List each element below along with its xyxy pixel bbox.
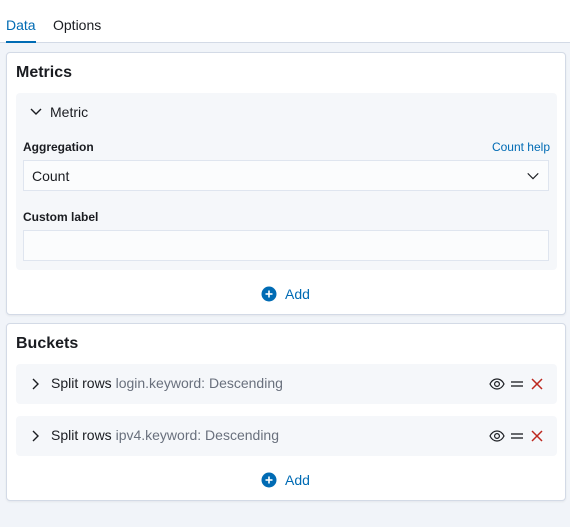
- buckets-panel: Buckets Split rows login.keyword: Descen…: [6, 323, 566, 501]
- add-bucket-button[interactable]: Add: [7, 468, 565, 492]
- plus-in-circle-icon: [261, 286, 277, 302]
- add-metric-button[interactable]: Add: [7, 282, 565, 306]
- custom-label-input[interactable]: [23, 230, 549, 261]
- tab-bar: Data Options: [0, 0, 570, 43]
- metrics-panel: Metrics Metric Aggregation Count help Co…: [6, 52, 566, 315]
- bucket-row[interactable]: Split rows ipv4.keyword: Descending: [16, 416, 557, 456]
- aggregation-select[interactable]: Count: [23, 160, 549, 191]
- drag-handle-icon[interactable]: [509, 376, 525, 392]
- metric-accordion-header[interactable]: Metric: [16, 93, 557, 129]
- metric-accordion-title: Metric: [50, 104, 89, 120]
- chevron-right-icon[interactable]: [28, 376, 44, 392]
- tab-data[interactable]: Data: [6, 0, 36, 43]
- count-help-link[interactable]: Count help: [492, 140, 550, 154]
- bucket-description: login.keyword: Descending: [115, 375, 283, 391]
- eye-icon[interactable]: [489, 376, 505, 392]
- add-metric-label: Add: [285, 286, 310, 302]
- chevron-down-icon[interactable]: [28, 104, 44, 120]
- bucket-type: Split rows: [51, 375, 112, 391]
- add-bucket-label: Add: [285, 472, 310, 488]
- metric-aggregation: Metric Aggregation Count help Count Cust…: [16, 93, 557, 270]
- plus-in-circle-icon: [261, 472, 277, 488]
- bucket-description: ipv4.keyword: Descending: [115, 427, 279, 443]
- custom-label-label: Custom label: [23, 210, 99, 224]
- bucket-type: Split rows: [51, 427, 112, 443]
- aggregation-selected-value: Count: [32, 168, 70, 184]
- cross-icon[interactable]: [529, 428, 545, 444]
- drag-handle-icon[interactable]: [509, 428, 525, 444]
- buckets-title: Buckets: [16, 335, 79, 352]
- chevron-right-icon[interactable]: [28, 428, 44, 444]
- bucket-row-label: Split rows ipv4.keyword: Descending: [51, 427, 279, 443]
- aggregation-label: Aggregation: [23, 140, 94, 154]
- eye-icon[interactable]: [489, 428, 505, 444]
- cross-icon[interactable]: [529, 376, 545, 392]
- chevron-down-icon: [527, 172, 539, 180]
- bucket-row-label: Split rows login.keyword: Descending: [51, 375, 283, 391]
- metrics-title: Metrics: [16, 64, 73, 81]
- bucket-row[interactable]: Split rows login.keyword: Descending: [16, 364, 557, 404]
- tab-options[interactable]: Options: [53, 0, 101, 43]
